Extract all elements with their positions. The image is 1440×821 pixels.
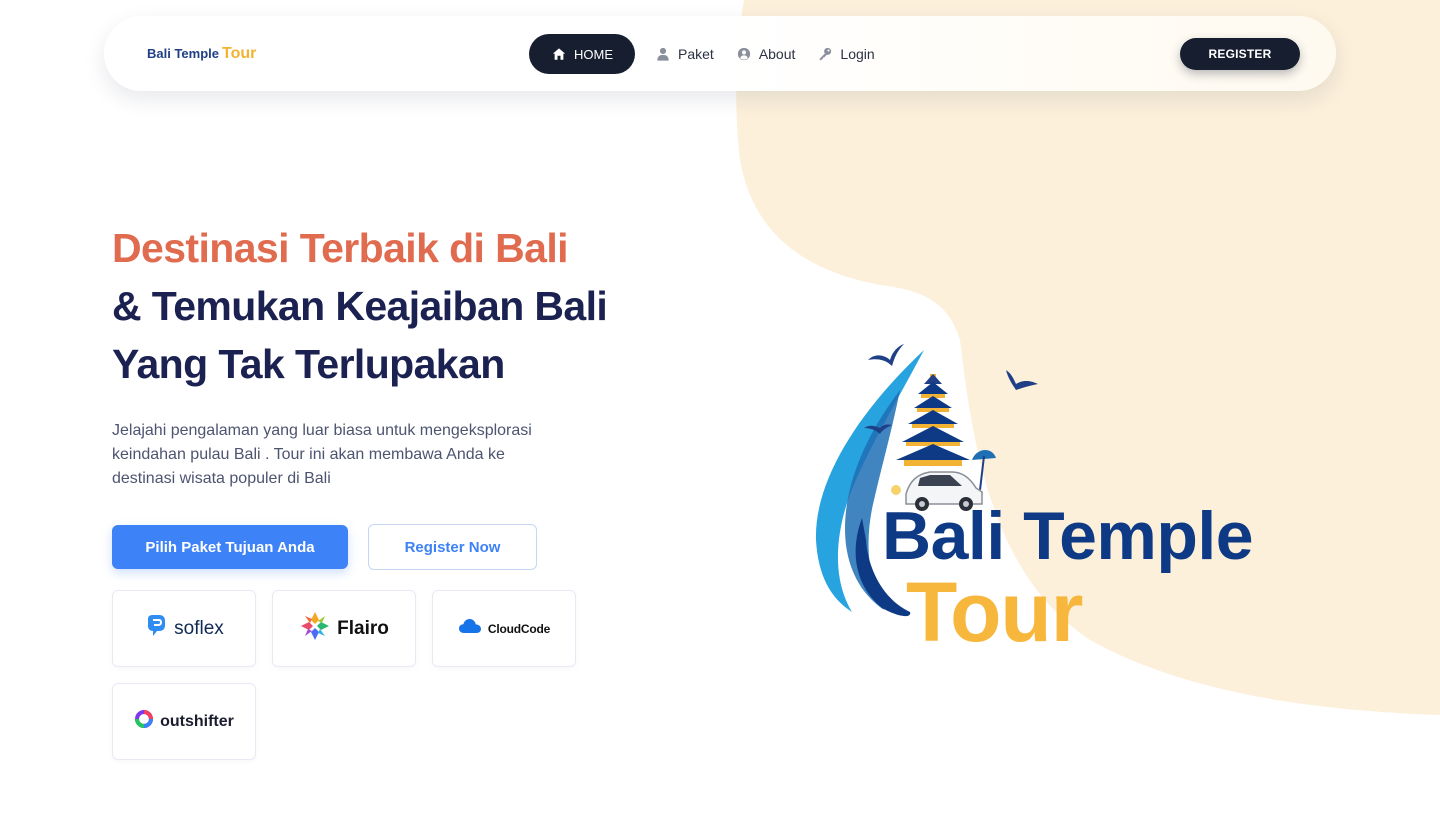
partner-card-flairo: Flairo [272, 590, 416, 667]
headline-line-2: & Temukan Keajaiban Bali [112, 283, 608, 329]
home-icon [551, 46, 567, 62]
user-circle-icon [736, 46, 752, 62]
nav-item-paket[interactable]: Paket [655, 34, 714, 74]
brand-logo[interactable]: Bali Temple Tour [147, 45, 256, 63]
partner-name: CloudCode [487, 621, 551, 636]
hero-logo-line-1: Bali Temple [882, 498, 1254, 574]
soflex-logo-icon [144, 613, 168, 644]
hero-brand-logo: Bali Temple Tour [800, 330, 1260, 660]
partner-name: soflex [174, 617, 224, 639]
nav-item-label: About [758, 46, 796, 62]
hero-headline: Destinasi Terbaik di Bali & Temukan Keaj… [112, 219, 672, 393]
outshifter-logo-icon [134, 708, 154, 735]
headline-line-3: Yang Tak Terlupakan [112, 341, 505, 387]
partner-card-soflex: soflex [112, 590, 256, 667]
partner-card-outshifter: outshifter [112, 683, 256, 760]
flairo-logo-icon [299, 610, 331, 647]
nav-item-label: Login [840, 46, 875, 62]
hero-logo-line-2: Tour [906, 565, 1083, 659]
user-icon [655, 46, 671, 62]
choose-package-button[interactable]: Pilih Paket Tujuan Anda [112, 525, 348, 569]
cta-row: Pilih Paket Tujuan Anda Register Now [112, 524, 672, 570]
partner-card-cloudcode: CloudCode [432, 590, 576, 667]
nav-item-home[interactable]: HOME [529, 34, 635, 74]
partner-name: outshifter [160, 712, 234, 730]
hero-description: Jelajahi pengalaman yang luar biasa untu… [112, 422, 532, 487]
nav-item-label: HOME [574, 46, 613, 62]
key-icon [817, 46, 833, 62]
partner-name: Flairo [337, 617, 389, 639]
register-now-button[interactable]: Register Now [368, 524, 537, 570]
headline-line-1: Destinasi Terbaik di Bali [112, 225, 569, 271]
main-nav: HOME Paket About Login [529, 34, 897, 74]
nav-item-login[interactable]: Login [817, 34, 875, 74]
brand-text-primary: Bali Temple [147, 46, 220, 61]
cloud-icon [458, 618, 482, 639]
register-button[interactable]: REGISTER [1180, 38, 1300, 70]
nav-item-label: Paket [678, 46, 714, 62]
hero-section: Destinasi Terbaik di Bali & Temukan Keaj… [112, 219, 672, 570]
nav-item-about[interactable]: About [736, 34, 796, 74]
brand-text-secondary: Tour [222, 45, 257, 62]
navbar: Bali Temple Tour HOME Paket About Login … [104, 16, 1336, 91]
